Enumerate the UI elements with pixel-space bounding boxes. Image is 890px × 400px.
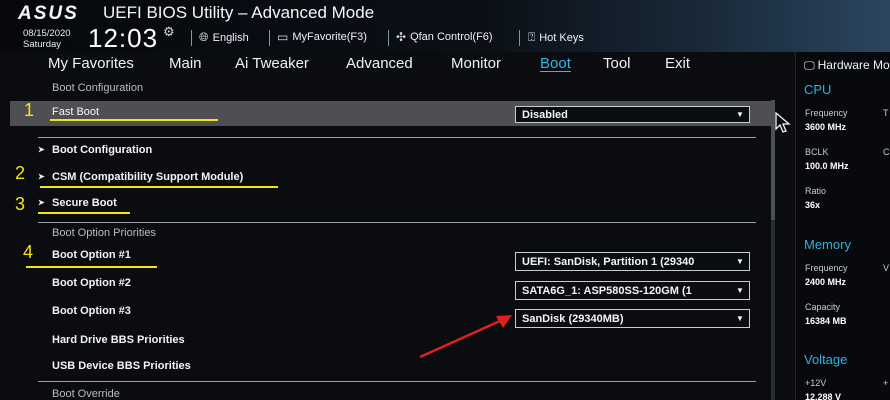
red-arrow-shaft [419,319,501,359]
red-arrow-annotation [419,315,512,359]
mouse-pointer-icon [775,112,791,133]
